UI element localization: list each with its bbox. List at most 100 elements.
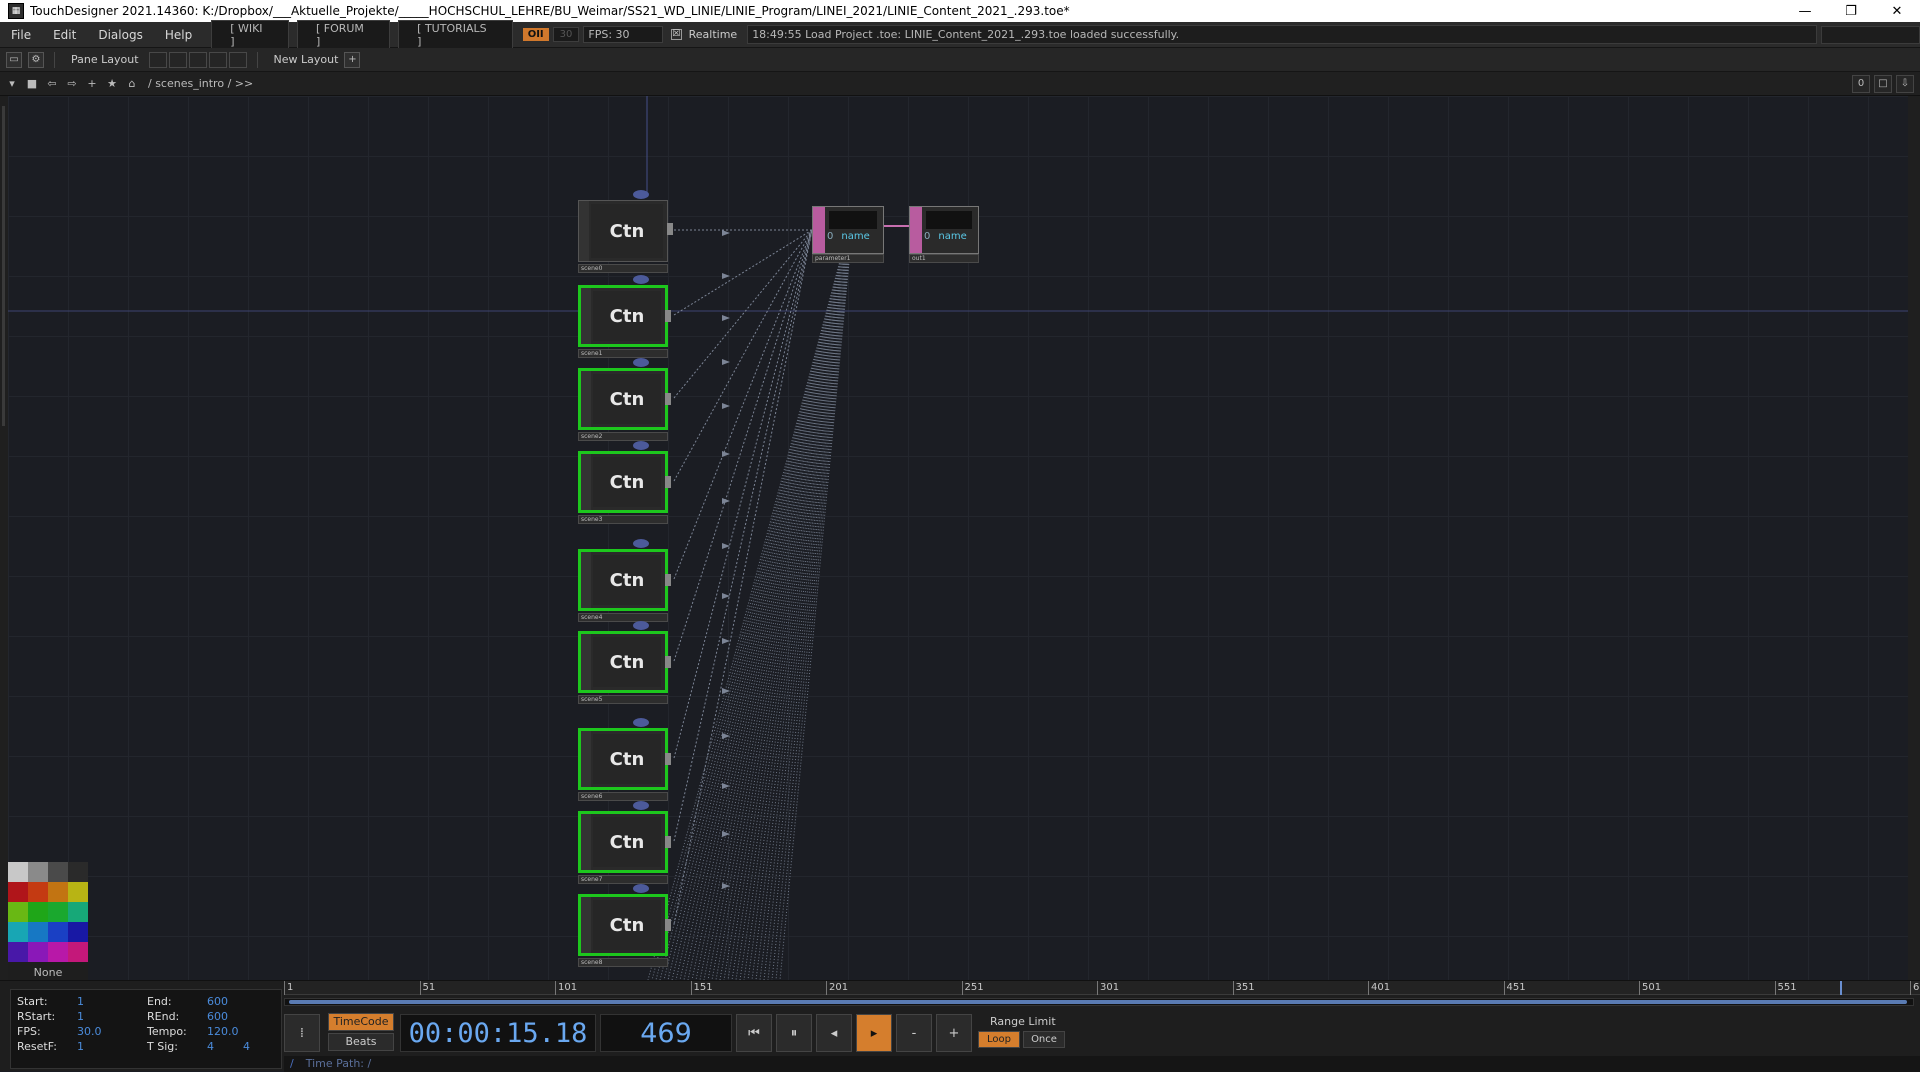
left-scrollbar[interactable] [0, 96, 8, 980]
timeline-ruler[interactable]: 151101151201251301351401451501551600 [284, 981, 1920, 995]
tutorials-link[interactable]: [ TUTORIALS ] [398, 19, 513, 50]
beats-mode-button[interactable]: Beats [328, 1033, 394, 1051]
palette-swatch[interactable] [8, 862, 28, 882]
tempo-value[interactable]: 120.0 [207, 1025, 277, 1038]
container-node-scene5[interactable]: Ctn [578, 631, 671, 693]
palette-swatch[interactable] [8, 902, 28, 922]
container-node-scene1[interactable]: Ctn [578, 285, 671, 347]
palette-swatch[interactable] [48, 862, 68, 882]
node-flag-strip[interactable] [581, 371, 591, 427]
palette-swatch[interactable] [8, 882, 28, 902]
node-flag-strip[interactable] [579, 201, 589, 261]
palette-swatch[interactable] [8, 942, 28, 962]
once-button[interactable]: Once [1023, 1031, 1065, 1048]
resetf-value[interactable]: 1 [77, 1040, 147, 1053]
minimize-button[interactable]: — [1782, 0, 1828, 22]
timecode-display[interactable]: 00:00:15.18 [400, 1014, 596, 1052]
plus-icon[interactable]: + [84, 76, 100, 92]
tsig-b-value[interactable]: 4 [243, 1040, 273, 1053]
layout-three-button[interactable] [208, 51, 227, 68]
node-output-connector[interactable] [665, 656, 671, 668]
close-button[interactable]: ✕ [1874, 0, 1920, 22]
star-icon[interactable]: ★ [104, 76, 120, 92]
end-value[interactable]: 600 [207, 995, 277, 1008]
palette-swatch[interactable] [28, 862, 48, 882]
loop-button[interactable]: Loop [978, 1031, 1020, 1048]
palette-swatch[interactable] [28, 922, 48, 942]
menu-edit[interactable]: Edit [42, 28, 87, 42]
node-output-connector[interactable] [665, 574, 671, 586]
node-input-connector[interactable] [633, 275, 649, 284]
palette-swatch[interactable] [28, 882, 48, 902]
network-path[interactable]: / scenes_intro / >> [148, 77, 253, 90]
node-input-connector[interactable] [633, 621, 649, 630]
palette-swatch[interactable] [68, 882, 88, 902]
palette-none-label[interactable]: None [8, 966, 88, 979]
network-view-icon[interactable]: ⚙ [28, 51, 44, 68]
node-output-connector[interactable] [665, 919, 671, 931]
forum-link[interactable]: [ FORUM ] [296, 19, 391, 50]
palette-swatch[interactable] [68, 862, 88, 882]
node-input-connector[interactable] [633, 718, 649, 727]
timecode-mode-button[interactable]: TimeCode [328, 1013, 394, 1031]
palette-swatch[interactable] [28, 902, 48, 922]
download-icon[interactable]: ⇩ [1896, 75, 1914, 93]
oii-toggle[interactable]: OII [522, 28, 549, 41]
node-flag-strip[interactable] [581, 288, 591, 344]
home-icon[interactable]: ⌂ [124, 76, 140, 92]
node-flag-strip[interactable] [581, 897, 591, 953]
layout-single-button[interactable] [148, 51, 167, 68]
out1-chop[interactable]: 0 name [909, 206, 979, 254]
layout-four-button[interactable] [228, 51, 247, 68]
wiki-link[interactable]: [ WIKI ] [211, 19, 289, 50]
node-output-connector[interactable] [665, 476, 671, 488]
node-input-connector[interactable] [633, 190, 649, 199]
layout-split-horizontal-button[interactable] [188, 51, 207, 68]
step-forward-button[interactable]: + [936, 1014, 972, 1052]
node-output-connector[interactable] [665, 310, 671, 322]
left-scrollbar-thumb[interactable] [2, 106, 5, 426]
node-input-connector[interactable] [633, 358, 649, 367]
parameter1-chop[interactable]: 0 name [812, 206, 884, 254]
palette-swatch[interactable] [68, 922, 88, 942]
pane-type-icon[interactable]: ▭ [6, 51, 22, 68]
node-output-connector[interactable] [667, 223, 673, 235]
container-node-scene0[interactable]: Ctn [578, 200, 673, 262]
node-output-connector[interactable] [665, 836, 671, 848]
palette-swatch[interactable] [48, 922, 68, 942]
menu-file[interactable]: File [0, 28, 42, 42]
right-scrollbar[interactable] [1908, 96, 1920, 980]
timeline-scrollbar-thumb[interactable] [289, 1000, 1907, 1004]
container-node-scene4[interactable]: Ctn [578, 549, 671, 611]
node-flag-strip[interactable] [581, 731, 591, 787]
container-node-scene8[interactable]: Ctn [578, 894, 671, 956]
forward-arrow-icon[interactable]: ⇨ [64, 76, 80, 92]
fps-value[interactable]: 30.0 [77, 1025, 147, 1038]
palette-swatch[interactable] [48, 882, 68, 902]
node-flag-strip[interactable] [581, 814, 591, 870]
node-flag-strip[interactable] [581, 454, 591, 510]
node-flag-strip[interactable] [581, 634, 591, 690]
node-input-connector[interactable] [633, 441, 649, 450]
realtime-checkbox[interactable]: ☒ [670, 29, 682, 40]
play-forward-button[interactable]: ▸ [856, 1014, 892, 1052]
node-input-connector[interactable] [633, 884, 649, 893]
palette-swatch[interactable] [68, 902, 88, 922]
back-arrow-icon[interactable]: ⇦ [44, 76, 60, 92]
palette-swatch[interactable] [68, 942, 88, 962]
node-output-connector[interactable] [665, 393, 671, 405]
container-node-scene3[interactable]: Ctn [578, 451, 671, 513]
node-input-connector[interactable] [633, 801, 649, 810]
layout-split-vertical-button[interactable] [168, 51, 187, 68]
pause-button[interactable]: ⏸ [776, 1014, 812, 1052]
menu-dialogs[interactable]: Dialogs [87, 28, 153, 42]
start-value[interactable]: 1 [77, 995, 147, 1008]
maximize-pane-icon[interactable]: □ [1874, 75, 1892, 93]
play-backward-button[interactable]: ◂ [816, 1014, 852, 1052]
container-node-scene7[interactable]: Ctn [578, 811, 671, 873]
rend-value[interactable]: 600 [207, 1010, 277, 1023]
step-back-button[interactable]: - [896, 1014, 932, 1052]
rewind-button[interactable]: ⏮ [736, 1014, 772, 1052]
rstart-value[interactable]: 1 [77, 1010, 147, 1023]
timeline-scrollbar[interactable] [284, 998, 1914, 1006]
